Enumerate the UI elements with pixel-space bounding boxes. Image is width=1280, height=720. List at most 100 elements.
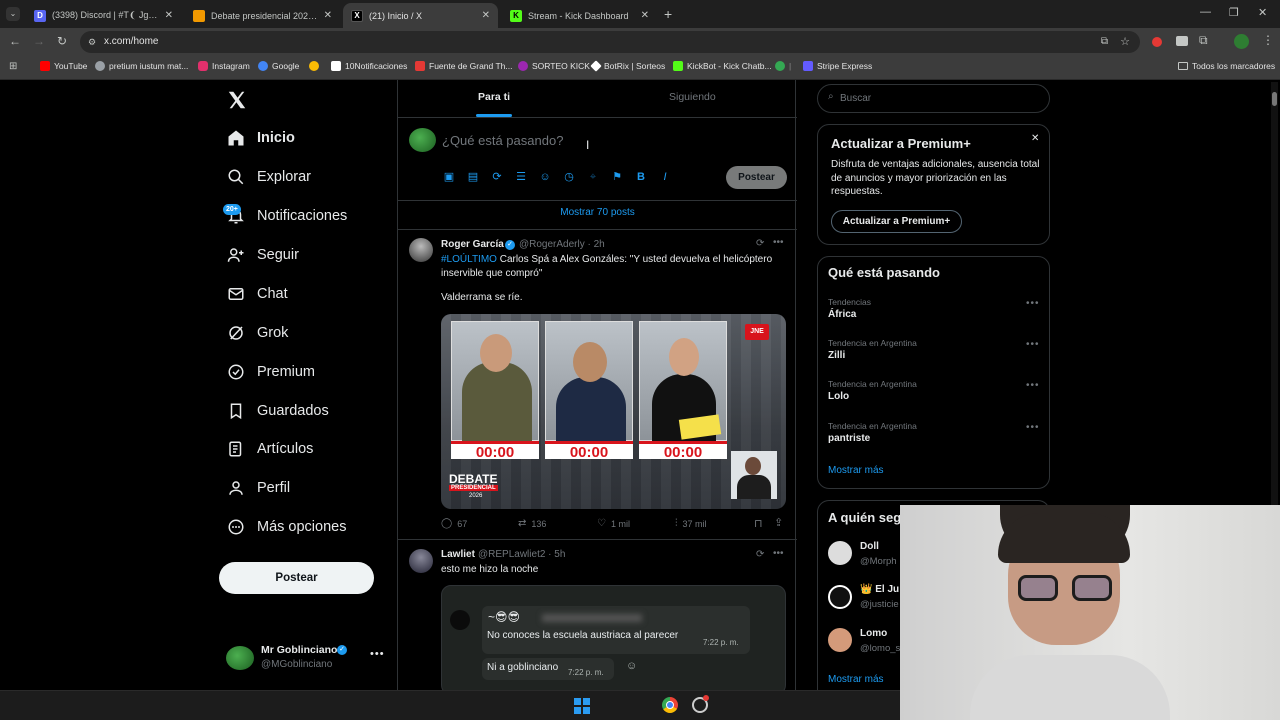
post-author[interactable]: Lawliet — [441, 549, 475, 560]
show-more-posts[interactable]: Mostrar 70 posts — [398, 207, 797, 218]
browser-tab-discord[interactable]: D (3398) Discord | #T❨ Jgeneral ✕ — [26, 3, 181, 28]
post-media[interactable]: 00:00 00:00 00:00 JNE DEBATE PRESIDENCIA… — [441, 314, 786, 509]
bookmark-youtube[interactable]: YouTube — [40, 61, 87, 71]
restore-icon[interactable]: ❐ — [1229, 6, 1239, 19]
nav-home[interactable]: Inicio — [227, 129, 295, 147]
chrome-icon[interactable] — [662, 697, 678, 713]
search-input[interactable]: ⌕ Buscar — [817, 84, 1050, 113]
like-button[interactable]: ♡ 1 mil — [597, 518, 630, 529]
extension-record-icon[interactable] — [1152, 37, 1162, 47]
follow-show-more[interactable]: Mostrar más — [828, 674, 884, 685]
views-button[interactable]: ⫶ 37 mil — [675, 518, 707, 529]
nav-profile[interactable]: Perfil — [227, 479, 290, 497]
back-icon[interactable]: ← — [9, 34, 21, 48]
tab-search-icon[interactable]: ⌄ — [6, 7, 20, 21]
reply-button[interactable]: ◯ 67 — [441, 518, 467, 529]
forward-icon[interactable]: → — [33, 34, 45, 48]
close-icon[interactable]: ✕ — [482, 10, 490, 21]
url-input[interactable]: ⚙ x.com/home ⧉ ☆ — [80, 31, 1140, 53]
follow-avatar[interactable] — [828, 585, 852, 609]
post-handle[interactable]: @RogerAderly · 2h — [519, 239, 605, 250]
follow-avatar[interactable] — [828, 628, 852, 652]
profile-avatar[interactable] — [1234, 34, 1249, 49]
bookmark-google[interactable]: Google — [258, 61, 299, 71]
close-icon[interactable]: ✕ — [324, 10, 332, 21]
close-icon[interactable]: ✕ — [1031, 133, 1039, 144]
scrollbar-thumb[interactable] — [1272, 92, 1277, 106]
post-handle[interactable]: @REPLawliet2 · 5h — [478, 549, 565, 560]
post-avatar[interactable] — [409, 238, 433, 262]
poll-icon[interactable]: ☰ — [515, 171, 527, 183]
follow-name[interactable]: Doll — [860, 541, 879, 552]
bookmark-sorteo-kick[interactable]: SORTEO KICK — [518, 61, 590, 71]
nav-notifications[interactable]: Notificaciones — [227, 207, 347, 225]
post-button[interactable]: Postear — [219, 562, 374, 594]
trends-show-more[interactable]: Mostrar más — [828, 465, 884, 476]
site-info-icon[interactable]: ⚙ — [88, 31, 96, 53]
close-icon[interactable]: ✕ — [165, 10, 173, 21]
image-icon[interactable]: ▣ — [443, 171, 455, 183]
gif-icon[interactable]: ▤ — [467, 171, 479, 183]
trend-topic[interactable]: África — [828, 309, 856, 320]
close-icon[interactable]: ✕ — [641, 10, 649, 21]
more-dots-icon[interactable]: ••• — [1026, 422, 1040, 433]
repost-button[interactable]: ⇄ 136 — [518, 518, 546, 529]
install-icon[interactable]: ⧉ — [1101, 31, 1108, 53]
grok-icon[interactable]: ⟳ — [491, 171, 503, 183]
nav-explore[interactable]: Explorar — [227, 168, 311, 186]
premium-button[interactable]: Actualizar a Premium+ — [831, 210, 962, 233]
bookmark-instagram[interactable]: Instagram — [198, 61, 250, 71]
browser-tab-kick[interactable]: K Stream - Kick Dashboard ✕ — [502, 3, 657, 28]
follow-name[interactable]: Lomo — [860, 628, 887, 639]
post-avatar[interactable] — [409, 549, 433, 573]
more-dots-icon[interactable]: ••• — [1026, 298, 1040, 309]
bold-icon[interactable]: B — [635, 171, 647, 183]
nav-premium[interactable]: Premium — [227, 363, 315, 381]
bookmark-all[interactable]: Todos los marcadores — [1178, 61, 1275, 71]
browser-tab-x[interactable]: X (21) Inicio / X ✕ — [343, 3, 498, 28]
post-author[interactable]: Roger García — [441, 239, 504, 250]
flag-icon[interactable]: ⚑ — [611, 171, 623, 183]
tab-following[interactable]: Siguiendo — [669, 91, 716, 103]
start-icon[interactable] — [574, 698, 590, 714]
tab-for-you[interactable]: Para ti — [478, 91, 510, 103]
composer-avatar[interactable] — [409, 128, 436, 152]
more-dots-icon[interactable]: ••• — [773, 548, 784, 559]
more-dots-icon[interactable]: ••• — [773, 237, 784, 248]
reload-icon[interactable]: ↻ — [57, 34, 67, 48]
nav-chat[interactable]: Chat — [227, 285, 288, 303]
post-media-chat[interactable]: ~😎😎 No conoces la escuela austriaca al p… — [441, 585, 786, 695]
bookmark-green[interactable]: | — [775, 61, 791, 71]
more-dots-icon[interactable]: ••• — [1026, 380, 1040, 391]
follow-name[interactable]: 👑 El Ju — [860, 584, 899, 595]
hashtag-link[interactable]: #LOÚLTIMO — [441, 254, 497, 265]
nav-follow[interactable]: Seguir — [227, 246, 299, 264]
more-dots-icon[interactable]: ••• — [1026, 339, 1040, 350]
new-tab-icon[interactable]: + — [664, 6, 672, 22]
composer-post-button[interactable]: Postear — [726, 166, 787, 189]
star-icon[interactable]: ☆ — [1120, 31, 1130, 53]
schedule-icon[interactable]: ◷ — [563, 171, 575, 183]
nav-bookmarks[interactable]: Guardados — [227, 402, 329, 420]
grok-icon[interactable]: ⟳ — [756, 549, 764, 560]
follow-avatar[interactable] — [828, 541, 852, 565]
share-icon[interactable]: ⇪ — [774, 516, 783, 529]
puzzle-icon[interactable]: ⧉ — [1199, 33, 1208, 48]
bookmark-10notificaciones[interactable]: 10Notificaciones — [331, 61, 407, 71]
x-logo-icon[interactable] — [226, 89, 248, 111]
trend-topic[interactable]: pantriste — [828, 433, 870, 444]
bookmark-botrix[interactable]: BotRix | Sorteos — [590, 60, 665, 72]
bookmark-pretium[interactable]: pretium iustum mat... — [95, 61, 188, 71]
location-icon[interactable]: ⌖ — [587, 171, 599, 183]
nav-articles[interactable]: Artículos — [227, 440, 313, 458]
bookmark-icon[interactable]: ⊓ — [754, 517, 763, 530]
italic-icon[interactable]: I — [659, 171, 671, 183]
grok-icon[interactable]: ⟳ — [756, 238, 764, 249]
bookmark-kickbot[interactable]: KickBot - Kick Chatb... — [673, 61, 772, 71]
more-dots-icon[interactable]: ••• — [370, 648, 385, 660]
extension-icon[interactable] — [1176, 36, 1188, 46]
nav-grok[interactable]: Grok — [227, 324, 288, 342]
composer-input[interactable]: ¿Qué está pasando? — [442, 133, 563, 148]
window-close-icon[interactable]: ✕ — [1258, 6, 1267, 19]
trend-topic[interactable]: Zilli — [828, 350, 845, 361]
